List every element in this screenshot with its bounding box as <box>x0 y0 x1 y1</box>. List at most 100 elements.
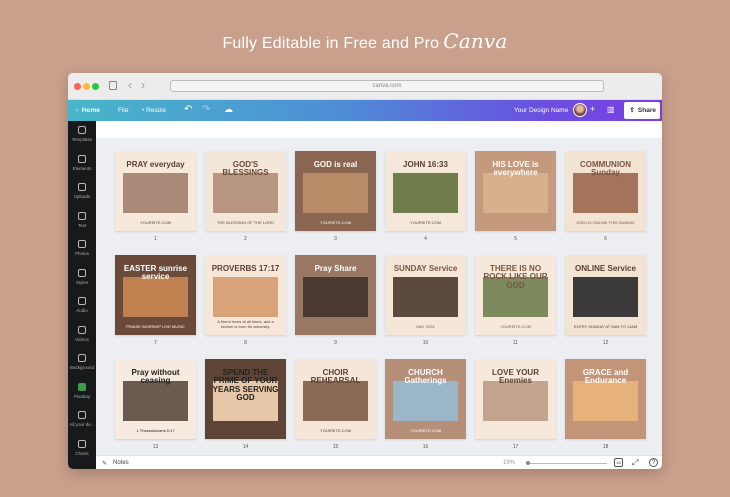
page-subtitle: YOURSITE.COM <box>320 428 351 433</box>
sidebar-item-charts[interactable]: Charts <box>68 435 96 464</box>
page-thumbnail[interactable]: Pray Share <box>295 255 376 335</box>
page-photo <box>123 277 188 318</box>
page-number: 3 <box>334 236 337 242</box>
page-subtitle: PRAISE WORSHIP LIVE MUSIC <box>126 324 185 329</box>
page-thumbnail[interactable]: LOVE YOUR Enemies <box>475 359 556 439</box>
page-thumbnail[interactable]: GOD'S BLESSINGS THE BLESSING OF THE LORD <box>205 151 286 231</box>
page-title: EASTER sunrise service <box>123 264 188 282</box>
sidebar-item-videos[interactable]: Videos <box>68 321 96 350</box>
notes-icon[interactable]: ✎ <box>102 460 107 467</box>
page-title: GRACE and Endurance <box>582 368 629 386</box>
page-thumbnail[interactable]: CHURCH Gatherings YOURSITE.COM <box>385 359 466 439</box>
sidebar-item-label: Audio <box>76 308 88 313</box>
sidebar-icon <box>78 126 86 134</box>
sidebar-item-label: Templates <box>71 137 93 142</box>
sidebar-item-all-your-de[interactable]: All your de... <box>68 406 96 435</box>
page-photo <box>213 277 278 318</box>
page-number: 14 <box>242 444 249 450</box>
page-subtitle: JOIN US ONLINE THIS SUNDAY <box>575 220 636 225</box>
cloud-save-icon[interactable]: ☁ <box>224 104 233 115</box>
sidebar-item-uploads[interactable]: Uploads <box>68 178 96 207</box>
forward-icon[interactable]: › <box>141 78 145 92</box>
page-title: GOD is real <box>313 160 358 169</box>
sidebar-item-audio[interactable]: Audio <box>68 292 96 321</box>
zoom-level[interactable]: 19% <box>503 460 515 466</box>
page-photo <box>213 173 278 214</box>
page-number: 11 <box>512 340 519 346</box>
page-photo <box>393 381 458 422</box>
redo-icon[interactable]: ↷ <box>202 104 210 115</box>
sidebar-item-label: Photos <box>74 251 89 256</box>
page-subtitle: MAY 2024 <box>416 324 435 329</box>
sidebar-icon <box>78 325 86 334</box>
page-grid[interactable]: PRAY everyday YOURSITE.COM 1 GOD'S BLESSING… <box>96 121 662 455</box>
page-subtitle: YOURSITE.COM <box>500 324 531 329</box>
sidebar-item-label: All your de... <box>69 422 95 427</box>
page-thumbnail[interactable]: SUNDAY Service MAY 2024 <box>385 255 466 335</box>
page-thumbnail[interactable]: EASTER sunrise service PRAISE WORSHIP LIV… <box>115 255 196 335</box>
sidebar-item-styles[interactable]: Styles <box>68 264 96 293</box>
page-number: 15 <box>332 444 339 450</box>
file-menu[interactable]: File <box>118 107 128 114</box>
sidebar-icon <box>78 268 86 277</box>
sidebar-toggle-icon[interactable] <box>109 81 117 90</box>
sidebar-item-templates[interactable]: Templates <box>68 121 96 150</box>
sidebar-item-background[interactable]: Background <box>68 349 96 378</box>
page-number: 4 <box>424 236 427 242</box>
maximize-button[interactable] <box>92 83 99 90</box>
page-title: Pray without ceasing <box>131 368 180 386</box>
sidebar-item-photos[interactable]: Photos <box>68 235 96 264</box>
avatar[interactable] <box>573 103 587 117</box>
page-title: SPEND THE PRIME OF YOUR YEARS SERVING GO… <box>212 368 279 403</box>
page-thumbnail[interactable]: SPEND THE PRIME OF YOUR YEARS SERVING GO… <box>205 359 286 439</box>
page-number: 8 <box>244 340 247 346</box>
analytics-icon[interactable]: ▥ <box>607 105 615 114</box>
page-thumbnail[interactable]: GOD is real YOURSITE.COM <box>295 151 376 231</box>
page-subtitle: YOURSITE.COM <box>410 428 441 433</box>
page-photo <box>483 381 548 422</box>
page-thumbnail[interactable]: GRACE and Endurance <box>565 359 646 439</box>
page-title: Pray Share <box>314 264 357 273</box>
resize-button[interactable]: • Resize <box>142 107 166 114</box>
url-bar[interactable]: canva.com <box>170 80 604 92</box>
page-thumbnail[interactable]: HIS LOVE is everywhere <box>475 151 556 231</box>
page-thumbnail[interactable]: ONLINE Service EVERY SUNDAY AT 9AM TO 11A… <box>565 255 646 335</box>
page-thumbnail[interactable]: Pray without ceasing 1 Thessalonians 5:17 <box>115 359 196 439</box>
page-title: ONLINE Service <box>575 264 636 273</box>
share-button[interactable]: ⇧ Share <box>624 102 660 119</box>
help-icon[interactable]: ? <box>649 458 658 467</box>
sidebar-item-label: Background <box>69 365 95 370</box>
page-title: LOVE YOUR Enemies <box>492 368 539 386</box>
design-name[interactable]: Your Design Name <box>514 107 568 114</box>
sidebar-icon <box>78 154 86 163</box>
page-thumbnail[interactable]: THERE IS NO ROCK LIKE OUR GOD YOURSITE.CO… <box>475 255 556 335</box>
page-thumbnail[interactable]: COMMUNION Sunday JOIN US ONLINE THIS SUND… <box>565 151 646 231</box>
close-button[interactable] <box>74 83 81 90</box>
page-thumbnail[interactable]: JOHN 16:33 YOURSITE.COM <box>385 151 466 231</box>
resize-label: Resize <box>146 107 166 114</box>
page-thumbnail[interactable]: PRAY everyday YOURSITE.COM <box>115 151 196 231</box>
minimize-button[interactable] <box>83 83 90 90</box>
zoom-slider-handle[interactable] <box>526 461 530 465</box>
page-thumbnail[interactable]: PROVERBS 17:17 A friend loves at all time… <box>205 255 286 335</box>
sidebar-item-pixabay[interactable]: Pixabay <box>68 378 96 407</box>
grid-view-icon[interactable]: 18 <box>614 458 623 467</box>
page-photo <box>573 277 638 318</box>
page-title: CHOIR REHEARSAL <box>310 368 361 386</box>
page-subtitle: 1 Thessalonians 5:17 <box>136 428 175 433</box>
page-number: 12 <box>602 340 609 346</box>
sidebar-item-elements[interactable]: Elements <box>68 150 96 179</box>
sidebar-item-text[interactable]: Text <box>68 207 96 236</box>
notes-button[interactable]: Notes <box>113 460 129 466</box>
fullscreen-icon[interactable]: ⤢ <box>632 458 638 468</box>
add-member-icon[interactable]: + <box>590 104 595 114</box>
page-title: JOHN 16:33 <box>403 160 448 169</box>
home-button[interactable]: ‹ Home <box>76 107 100 114</box>
zoom-slider[interactable] <box>527 463 607 464</box>
page-photo <box>123 381 188 422</box>
page-number: 18 <box>602 444 609 450</box>
page-thumbnail[interactable]: CHOIR REHEARSAL YOURSITE.COM <box>295 359 376 439</box>
undo-icon[interactable]: ↶ <box>184 104 192 115</box>
page-photo <box>303 381 368 422</box>
back-icon[interactable]: ‹ <box>128 78 132 92</box>
